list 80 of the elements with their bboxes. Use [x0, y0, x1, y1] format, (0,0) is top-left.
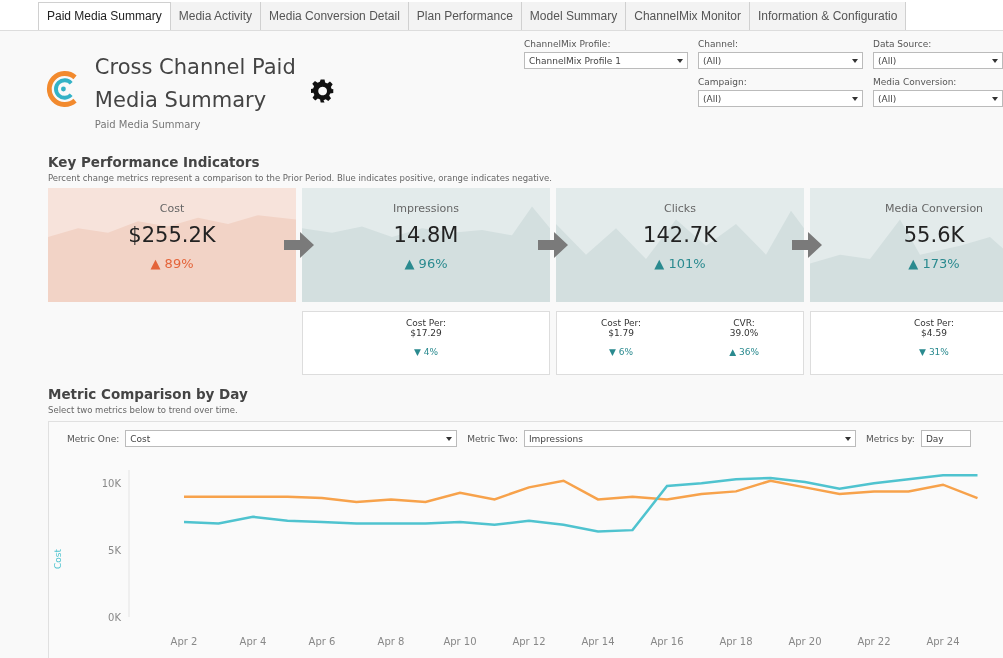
y-tick-label: 10K — [101, 478, 121, 490]
metric-label: Metric One: — [67, 433, 120, 444]
y-axis-label: Cost — [53, 549, 63, 569]
section-note: Select two metrics below to trend over time. — [48, 405, 239, 415]
detail-value: $4.59 — [921, 328, 947, 338]
metric-label: Metric Two: — [467, 433, 518, 444]
filter-label: ChannelMix Profile: — [524, 39, 612, 49]
kpi-label: Clicks — [664, 202, 696, 215]
filter-label: Campaign: — [698, 77, 748, 87]
x-tick-label: Apr 22 — [857, 636, 891, 647]
tab[interactable]: Model Summary — [521, 2, 627, 30]
arrow-icon — [538, 232, 568, 258]
metric-dropdown[interactable]: Cost — [125, 430, 458, 447]
caret-icon — [677, 58, 683, 63]
caret-icon — [852, 58, 858, 63]
metric-dropdown[interactable]: Day — [920, 430, 971, 447]
tab[interactable]: Paid Media Summary — [38, 2, 171, 30]
x-tick-label: Apr 2 — [170, 636, 198, 647]
kpi-change: ▲ 101% — [654, 256, 706, 271]
caret-icon — [992, 96, 998, 101]
tab[interactable]: Media Conversion Detail — [261, 2, 409, 30]
detail-value: 39.0% — [729, 328, 759, 338]
filter-dropdown[interactable]: (All) — [873, 52, 1003, 69]
x-tick-label: Apr 10 — [443, 636, 477, 647]
kpi-value: 55.6K — [903, 223, 965, 247]
tab[interactable]: Information & Configuratio — [749, 2, 907, 30]
kpi-change: ▲ 173% — [908, 256, 960, 271]
x-tick-label: Apr 24 — [926, 636, 960, 647]
arrow-icon — [284, 232, 314, 258]
dashboard-subtitle: Paid Media Summary — [94, 119, 202, 130]
x-tick-label: Apr 14 — [581, 636, 615, 647]
x-tick-label: Apr 6 — [308, 636, 336, 647]
filter-dropdown[interactable]: (All) — [698, 52, 863, 69]
section-title: Key Performance Indicators — [48, 154, 261, 170]
metric-dropdown[interactable]: Impressions — [523, 430, 856, 447]
detail-change: ▼ 4% — [413, 347, 439, 357]
x-tick-label: Apr 18 — [719, 636, 753, 647]
filter-label: Channel: — [698, 39, 739, 49]
detail-value: $17.29 — [410, 328, 442, 338]
filter-label: Media Conversion: — [873, 77, 958, 87]
x-tick-label: Apr 20 — [788, 636, 822, 647]
caret-icon — [852, 96, 858, 101]
tab[interactable]: ChannelMix Monitor — [626, 2, 750, 30]
dashboard-title: Cross Channel Paid Media Summary — [94, 54, 297, 114]
detail-change: ▲ 36% — [729, 347, 759, 357]
filter-dropdown[interactable]: (All) — [698, 90, 863, 107]
x-tick-label: Apr 16 — [650, 636, 684, 647]
kpi-value: 14.8M — [393, 223, 459, 247]
section-title: Metric Comparison by Day — [48, 386, 249, 402]
detail-change: ▼ 6% — [609, 347, 634, 357]
x-tick-label: Apr 12 — [512, 636, 546, 647]
detail-value: $1.79 — [608, 328, 634, 338]
detail-label: Cost Per: — [601, 318, 642, 328]
tab[interactable]: Plan Performance — [408, 2, 522, 30]
caret-icon — [992, 58, 998, 63]
settings-icon[interactable] — [310, 79, 334, 103]
y-tick-label: 5K — [108, 545, 121, 557]
x-tick-label: Apr 4 — [239, 636, 267, 647]
kpi-label: Impressions — [393, 202, 459, 215]
tab[interactable]: Media Activity — [170, 2, 262, 30]
detail-label: Cost Per: — [913, 318, 955, 328]
kpi-label: Media Conversion — [884, 202, 984, 215]
detail-change: ▼ 31% — [919, 347, 949, 357]
x-tick-label: Apr 8 — [377, 636, 405, 647]
kpi-change: ▲ 89% — [150, 256, 194, 271]
filter-label: Data Source: — [873, 39, 933, 49]
detail-label: Cost Per: — [405, 318, 447, 328]
kpi-change: ▲ 96% — [404, 256, 448, 271]
detail-label: CVR: — [733, 318, 755, 328]
kpi-value: $255.2K — [128, 223, 216, 247]
caret-icon — [844, 436, 851, 441]
section-note: Percent change metrics represent a comparison to the Prior Period. Blue indicates positive, orange indicates negative. — [48, 173, 553, 183]
metric-label: Metrics by: — [865, 433, 915, 444]
filter-dropdown[interactable]: ChannelMix Profile 1 — [524, 52, 688, 69]
kpi-label: Cost — [159, 202, 185, 215]
caret-icon — [446, 436, 453, 441]
filter-dropdown[interactable]: (All) — [873, 90, 1003, 107]
kpi-value: 142.7K — [643, 223, 717, 247]
y-tick-label: 0K — [108, 612, 121, 623]
arrow-icon — [792, 232, 822, 258]
